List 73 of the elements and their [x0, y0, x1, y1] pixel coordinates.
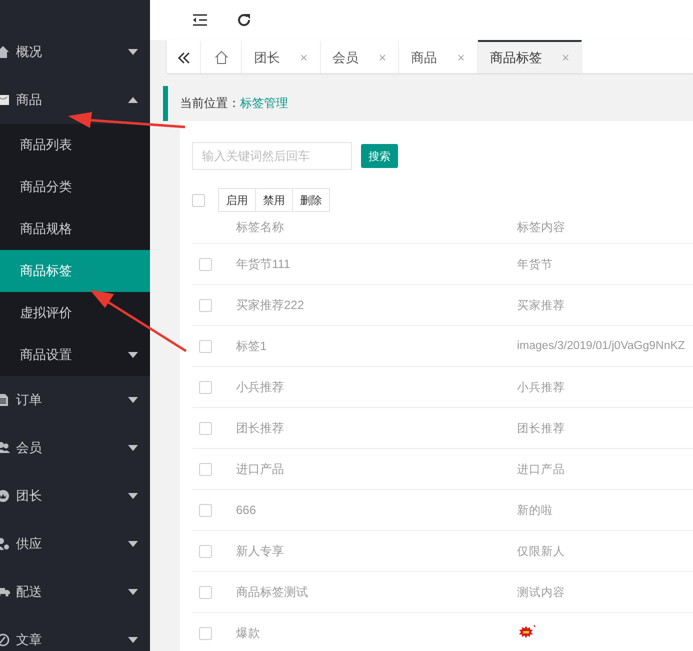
- tab[interactable]: 商品标签 ×: [478, 40, 582, 73]
- menu-icon: [0, 441, 10, 455]
- toolbar-button[interactable]: 删除: [292, 188, 330, 212]
- row-checkbox[interactable]: [199, 504, 212, 516]
- table-cell-text: 商品标签测试: [236, 584, 309, 600]
- menu-item[interactable]: 文章: [0, 616, 150, 651]
- submenu-item[interactable]: 商品规格: [0, 208, 150, 250]
- caret-down-icon: [128, 541, 138, 547]
- row-checkbox[interactable]: [199, 544, 212, 558]
- table-cell-text: images/3/2019/01/j0VaGg9NnKZ: [517, 340, 686, 352]
- row-checkbox[interactable]: [199, 586, 212, 598]
- menu-icon: [0, 633, 10, 647]
- caret-down-icon: [128, 49, 138, 55]
- column-header: 标签名称: [236, 219, 285, 236]
- row-checkbox[interactable]: [199, 340, 212, 352]
- table-cell-text: 买家推荐: [517, 298, 566, 312]
- menu-item[interactable]: 会员: [0, 424, 150, 472]
- caret-down-icon: [128, 637, 138, 643]
- menu-icon: [0, 45, 10, 59]
- table-cell-text: 标签1: [236, 338, 268, 354]
- table-cell-text: 团长推荐: [236, 420, 285, 436]
- table-cell-text: 买家推荐222: [236, 296, 306, 314]
- double-chevron-left-icon: [176, 50, 190, 64]
- menu-item[interactable]: 商品: [0, 76, 150, 124]
- caret-up-icon: [128, 97, 138, 103]
- menu-item[interactable]: 订单: [0, 376, 150, 424]
- select-all-checkbox[interactable]: [192, 194, 205, 206]
- breadcrumb-label: 当前位置：: [180, 95, 240, 112]
- home-icon: [214, 50, 228, 65]
- caret-down-icon: [128, 397, 138, 403]
- row-checkbox[interactable]: [199, 380, 212, 394]
- toolbar-button[interactable]: 禁用: [255, 188, 293, 212]
- table-cell-text: 年货节111: [236, 256, 292, 272]
- tab[interactable]: 团长 ×: [242, 40, 321, 73]
- menu-icon: [0, 93, 10, 107]
- table-cell-text: 年货节: [517, 258, 554, 272]
- table-cell-text: 小兵推荐: [236, 378, 285, 396]
- table-cell-text: 爆款: [236, 624, 261, 642]
- refresh-icon[interactable]: [236, 12, 252, 28]
- caret-down-icon: [128, 493, 138, 499]
- search-button[interactable]: 搜索: [361, 144, 398, 168]
- table-cell-text: 进口产品: [517, 462, 566, 476]
- submenu-item[interactable]: 商品标签: [0, 250, 150, 292]
- submenu-item[interactable]: 商品分类: [0, 166, 150, 208]
- submenu-item[interactable]: 商品设置: [0, 334, 150, 376]
- menu-item[interactable]: 配送: [0, 568, 150, 616]
- row-checkbox[interactable]: [199, 462, 212, 476]
- menu-item[interactable]: 概况: [0, 28, 150, 76]
- table-cell-text: 新人专享: [236, 542, 285, 560]
- caret-down-icon: [128, 589, 138, 595]
- caret-down-icon: [128, 445, 138, 451]
- row-checkbox[interactable]: [199, 626, 212, 640]
- column-header: 标签内容: [517, 219, 566, 236]
- table-cell-text: 小兵推荐: [517, 380, 566, 394]
- table-cell-text: 进口产品: [236, 460, 285, 478]
- table-cell-text: 666: [236, 503, 258, 517]
- burst-sticker-icon: [517, 624, 537, 640]
- row-checkbox[interactable]: [199, 422, 212, 434]
- menu-item[interactable]: 团长: [0, 472, 150, 520]
- table-cell-text: 测试内容: [517, 585, 566, 600]
- search-field[interactable]: 输入关键词然后回车: [192, 142, 352, 170]
- table-cell-text: 新的啦: [517, 503, 554, 518]
- menu-collapse-icon[interactable]: [192, 12, 208, 28]
- table-cell-text: 仅限新人: [517, 544, 566, 558]
- toolbar-button[interactable]: 启用: [218, 188, 256, 212]
- table-cell-text: 团长推荐: [517, 422, 566, 436]
- menu-item[interactable]: 供应: [0, 520, 150, 568]
- row-checkbox[interactable]: [199, 258, 212, 270]
- menu-icon: [0, 585, 10, 599]
- submenu-item[interactable]: 商品列表: [0, 124, 150, 166]
- tab[interactable]: 会员 ×: [320, 40, 400, 73]
- row-checkbox[interactable]: [199, 298, 212, 312]
- submenu-item[interactable]: 虚拟评价: [0, 292, 150, 334]
